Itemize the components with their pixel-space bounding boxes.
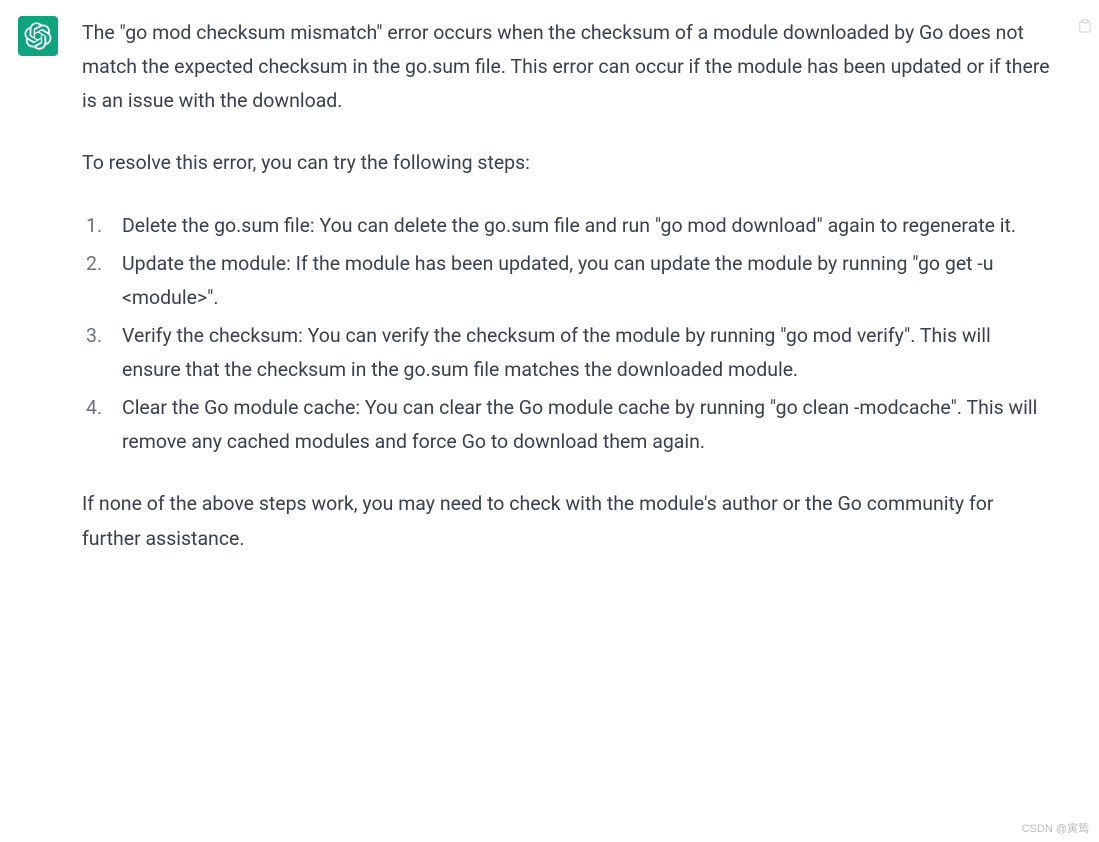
list-item: Update the module: If the module has bee… [122, 247, 1052, 315]
steps-list: Delete the go.sum file: You can delete t… [82, 209, 1052, 460]
openai-logo-icon [24, 22, 52, 50]
outro-paragraph: If none of the above steps work, you may… [82, 487, 1052, 555]
copy-button[interactable] [1077, 18, 1097, 38]
watermark: CSDN @寅鸷 [1022, 820, 1089, 836]
message-content: The "go mod checksum mismatch" error occ… [82, 16, 1072, 556]
intro-paragraph: The "go mod checksum mismatch" error occ… [82, 16, 1052, 118]
steps-intro-paragraph: To resolve this error, you can try the f… [82, 146, 1052, 180]
assistant-avatar [18, 16, 58, 56]
message-container: The "go mod checksum mismatch" error occ… [0, 0, 1099, 556]
list-item: Verify the checksum: You can verify the … [122, 319, 1052, 387]
list-item: Delete the go.sum file: You can delete t… [122, 209, 1052, 243]
clipboard-icon [1077, 18, 1093, 34]
list-item: Clear the Go module cache: You can clear… [122, 391, 1052, 459]
